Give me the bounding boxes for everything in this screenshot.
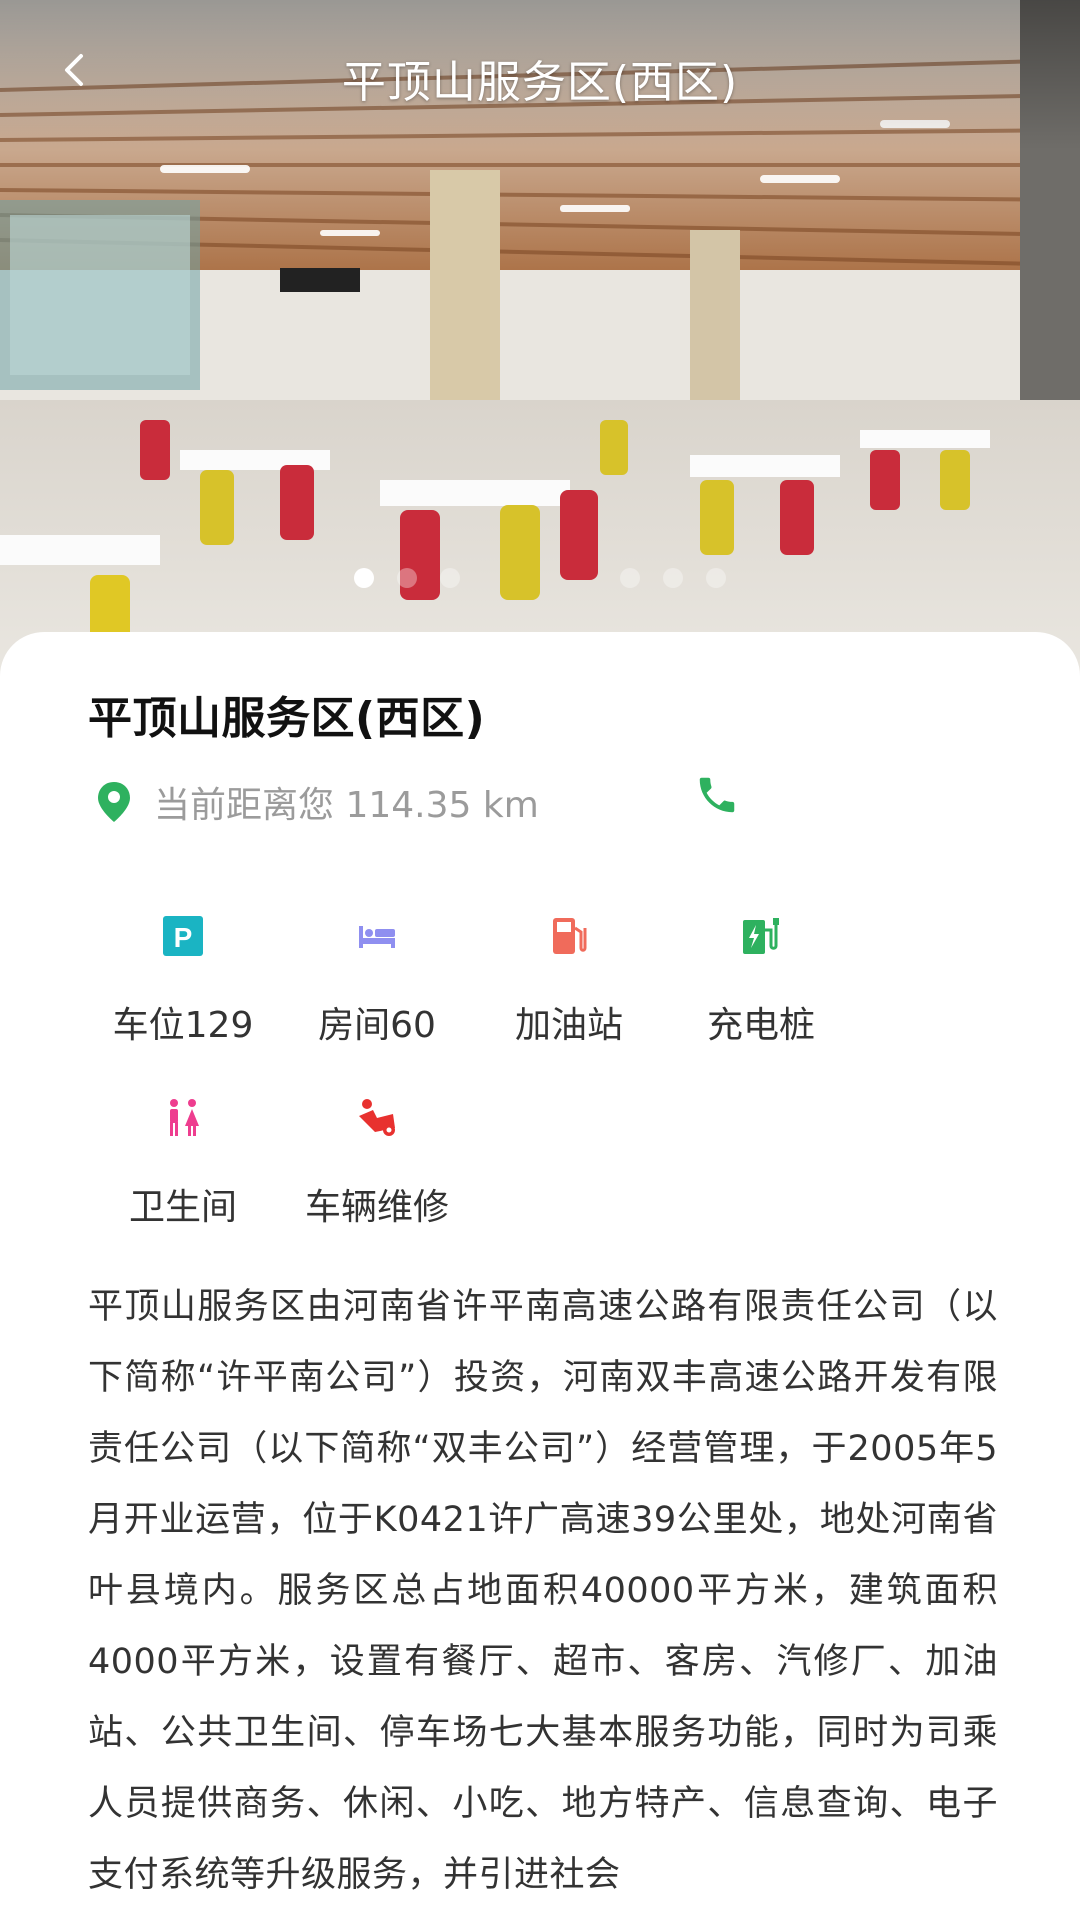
facility-label: 车位129	[112, 1005, 254, 1046]
carousel-dot[interactable]	[440, 568, 460, 588]
facility-label: 车辆维修	[304, 1187, 449, 1228]
facility-label: 充电桩	[706, 1005, 815, 1046]
page-title: 平顶山服务区(西区)	[341, 57, 739, 108]
distance-row: 当前距离您 114.35 km	[96, 772, 539, 832]
carousel-dot[interactable]	[354, 568, 374, 588]
carousel-indicator	[0, 568, 1080, 592]
distance-text: 当前距离您 114.35 km	[154, 785, 539, 826]
bed-icon	[359, 926, 395, 948]
phone-icon	[699, 777, 735, 813]
facility-parking[interactable]: P 车位129	[88, 914, 278, 1048]
top-nav-bar: 平顶山服务区(西区)	[0, 0, 1080, 150]
carousel-dot[interactable]	[397, 568, 417, 588]
facility-restroom[interactable]: 卫生间	[88, 1096, 278, 1230]
facility-label: 房间60	[318, 1005, 436, 1046]
fuel-pump-icon	[553, 918, 587, 954]
call-button[interactable]	[694, 772, 740, 818]
facility-label: 加油站	[514, 1005, 623, 1046]
vehicle-repair-icon	[359, 1099, 395, 1136]
carousel-dot[interactable]	[706, 568, 726, 588]
parking-icon: P	[163, 916, 203, 956]
facility-vehicle-repair[interactable]: 车辆维修	[282, 1096, 472, 1230]
carousel-dot[interactable]	[663, 568, 683, 588]
facility-ev-charging[interactable]: 充电桩	[666, 914, 856, 1048]
service-area-name: 平顶山服务区(西区)	[88, 693, 486, 744]
facility-rooms[interactable]: 房间60	[282, 914, 472, 1048]
svg-text:P: P	[174, 922, 193, 953]
carousel-dot[interactable]	[620, 568, 640, 588]
service-area-description: 平顶山服务区由河南省许平南高速公路有限责任公司（以下简称“许平南公司”）投资，河…	[88, 1287, 998, 1895]
restroom-icon	[170, 1099, 199, 1136]
service-area-detail-card: 平顶山服务区(西区) 当前距离您 114.35 km P 车位129 房间60	[0, 632, 1080, 1920]
ev-charger-icon	[743, 918, 779, 954]
facility-label: 卫生间	[128, 1187, 237, 1228]
location-pin-icon	[98, 782, 130, 822]
facility-gas-station[interactable]: 加油站	[474, 914, 664, 1048]
hero-carousel[interactable]: 平顶山服务区(西区)	[0, 0, 1080, 700]
